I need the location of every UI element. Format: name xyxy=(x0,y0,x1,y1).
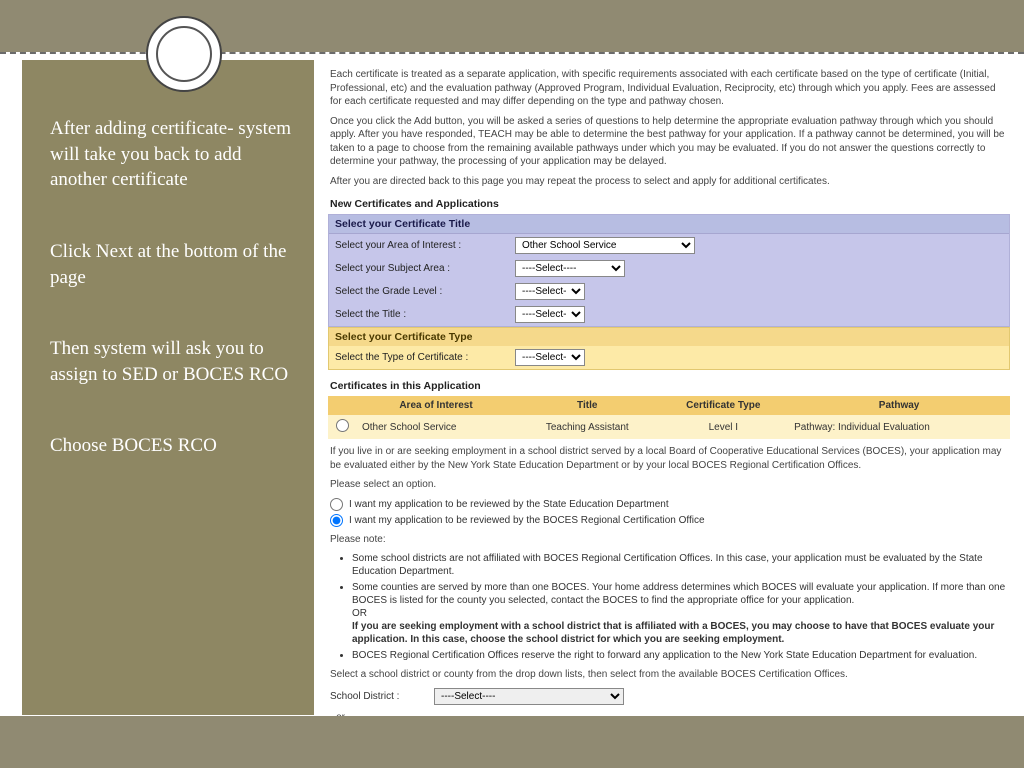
col-pathway: Pathway xyxy=(788,396,1010,415)
cell-type: Level I xyxy=(658,415,788,439)
table-row: Other School Service Teaching Assistant … xyxy=(328,415,1010,439)
sidebar-note-3: Then system will ask you to assign to SE… xyxy=(50,336,294,387)
select-title[interactable]: ----Select---- xyxy=(515,306,585,323)
main-content: Each certificate is treated as a separat… xyxy=(326,62,1012,750)
radio-select-cert[interactable] xyxy=(336,419,349,432)
heading-certs-in-app: Certificates in this Application xyxy=(330,380,1008,392)
col-title: Title xyxy=(516,396,658,415)
col-type: Certificate Type xyxy=(658,396,788,415)
sidebar: After adding certificate- system will ta… xyxy=(22,60,314,715)
cell-area: Other School Service xyxy=(356,415,516,439)
note-2: Some counties are served by more than on… xyxy=(352,581,1008,646)
radio-sed-label: I want my application to be reviewed by … xyxy=(349,499,669,510)
select-grade-level[interactable]: ----Select---- xyxy=(515,283,585,300)
select-school-district[interactable]: ----Select---- xyxy=(434,688,624,705)
select-subject-area[interactable]: ----Select---- xyxy=(515,260,625,277)
please-note-label: Please note: xyxy=(330,533,1008,547)
intro-para-3: After you are directed back to this page… xyxy=(330,175,1008,189)
label-area-of-interest: Select your Area of Interest : xyxy=(335,240,515,251)
select-area-of-interest[interactable]: Other School Service xyxy=(515,237,695,254)
certificate-title-heading: Select your Certificate Title xyxy=(329,215,1009,234)
notes-list: Some school districts are not affiliated… xyxy=(352,552,1008,662)
bottom-bar xyxy=(0,716,1024,768)
cell-title: Teaching Assistant xyxy=(516,415,658,439)
label-certificate-type: Select the Type of Certificate : xyxy=(335,352,515,363)
heading-new-apps: New Certificates and Applications xyxy=(330,198,1008,210)
sidebar-note-1: After adding certificate- system will ta… xyxy=(50,116,294,193)
note-3: BOCES Regional Certification Offices res… xyxy=(352,649,1008,662)
col-area: Area of Interest xyxy=(356,396,516,415)
certificate-title-block: Select your Certificate Title Select you… xyxy=(328,214,1010,327)
intro-para-1: Each certificate is treated as a separat… xyxy=(330,68,1008,109)
select-certificate-type[interactable]: ----Select---- xyxy=(515,349,585,366)
certificate-type-heading: Select your Certificate Type xyxy=(329,328,1009,346)
review-intro: If you live in or are seeking employment… xyxy=(330,445,1008,472)
label-subject-area: Select your Subject Area : xyxy=(335,263,515,274)
certificate-type-block: Select your Certificate Type Select the … xyxy=(328,327,1010,370)
intro-para-2: Once you click the Add button, you will … xyxy=(330,115,1008,169)
label-school-district: School District : xyxy=(330,691,420,702)
sidebar-note-2: Click Next at the bottom of the page xyxy=(50,239,294,290)
radio-boces[interactable] xyxy=(330,514,343,527)
note-1: Some school districts are not affiliated… xyxy=(352,552,1008,578)
select-option-label: Please select an option. xyxy=(330,478,1008,492)
select-district-instruction: Select a school district or county from … xyxy=(330,668,1008,682)
applications-table: Area of Interest Title Certificate Type … xyxy=(328,396,1010,439)
radio-sed[interactable] xyxy=(330,498,343,511)
radio-boces-label: I want my application to be reviewed by … xyxy=(349,515,705,526)
label-grade-level: Select the Grade Level : xyxy=(335,286,515,297)
cell-pathway: Pathway: Individual Evaluation xyxy=(788,415,1010,439)
ring-decoration xyxy=(146,16,222,92)
label-title: Select the Title : xyxy=(335,309,515,320)
sidebar-note-4: Choose BOCES RCO xyxy=(50,433,294,459)
